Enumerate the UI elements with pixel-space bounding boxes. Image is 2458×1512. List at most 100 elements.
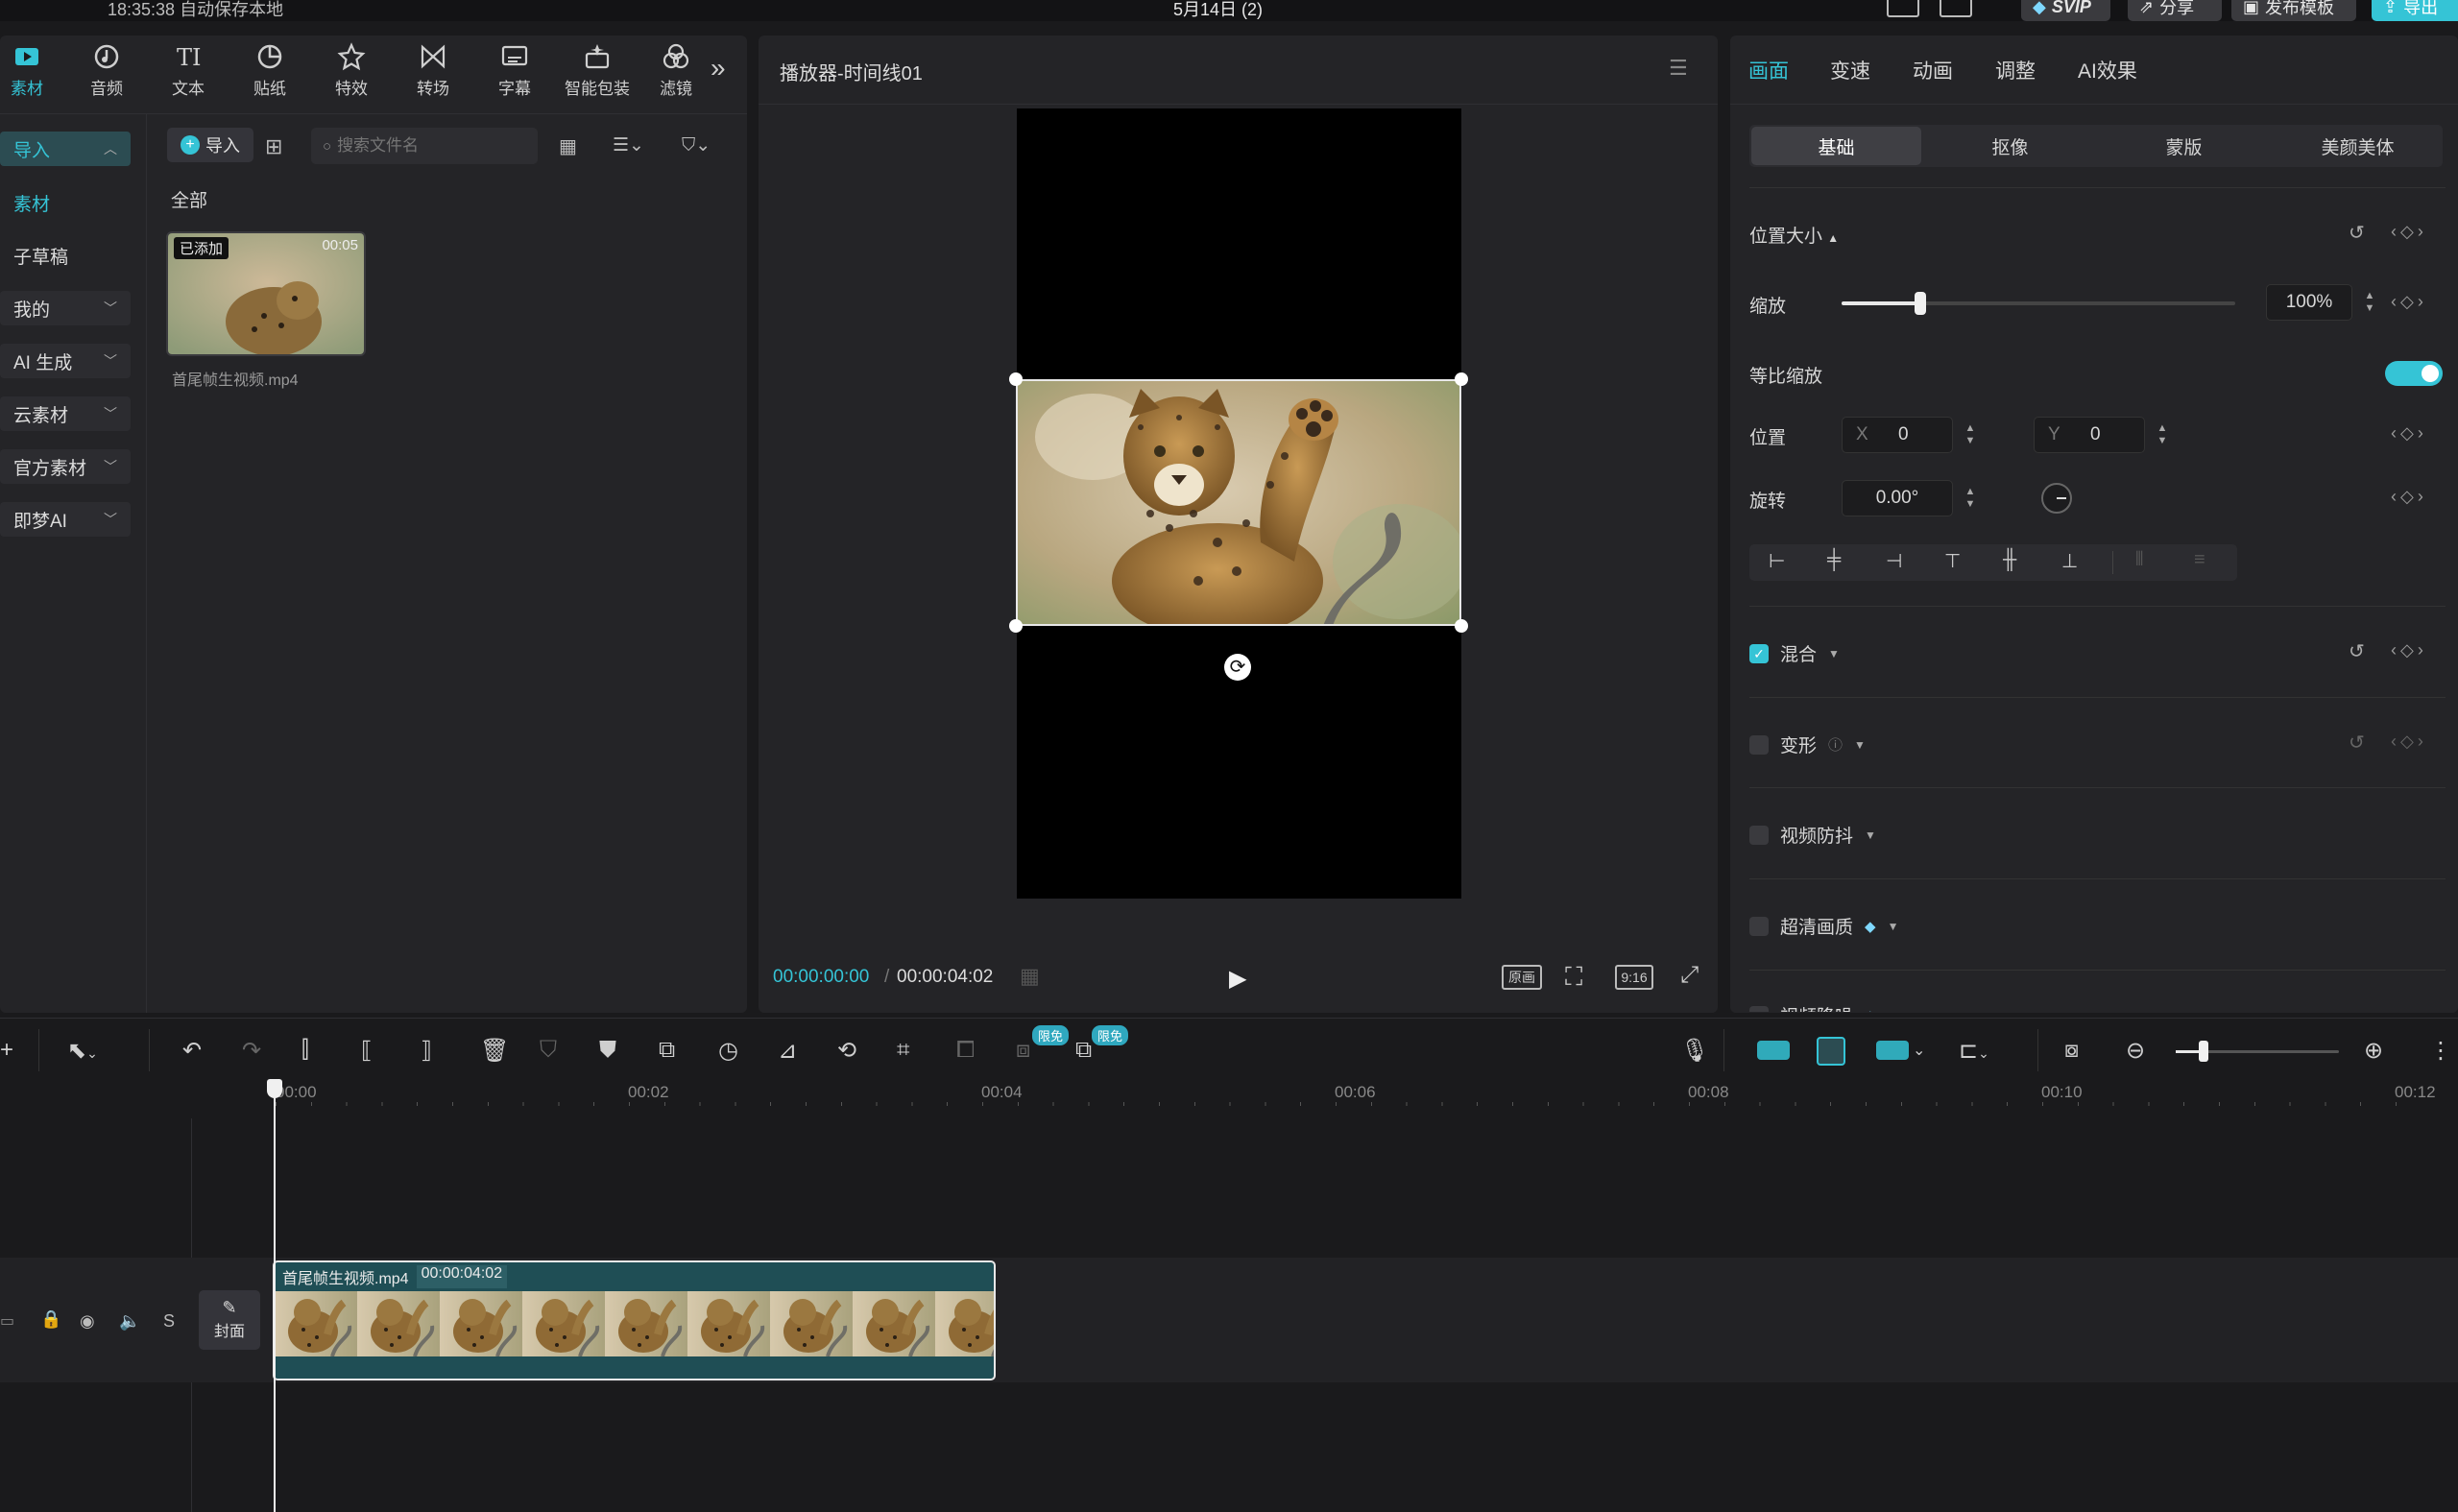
timecode-grid-icon[interactable]: ▦ [1020, 964, 1040, 989]
playhead-handle[interactable] [267, 1079, 282, 1098]
transform-checkbox[interactable] [1749, 734, 1769, 755]
keyframe-icon[interactable]: ‹◇› [2391, 732, 2427, 752]
search-input[interactable] [337, 136, 520, 156]
keyframe-icon[interactable]: ‹◇› [2391, 640, 2427, 660]
distribute-v-icon[interactable]: ≡ [2194, 549, 2205, 571]
transform-section[interactable]: 变形 ⓘ ▼ [1749, 732, 1866, 757]
selection-box[interactable] [1016, 379, 1461, 626]
align-right-icon[interactable]: ⊣ [1886, 549, 1902, 573]
scale-stepper[interactable]: ▲ ▼ [2360, 286, 2379, 319]
toolbar-audio[interactable]: 音频 [72, 42, 141, 99]
sidebar-item-import[interactable]: 导入 ︿ [0, 132, 131, 166]
lock-icon[interactable]: 🔒 [40, 1309, 61, 1330]
grid-view-icon[interactable]: ⊞ [265, 134, 282, 159]
resize-handle-tr[interactable] [1455, 372, 1468, 386]
rotate-stepper[interactable]: ▲ ▼ [1961, 482, 1980, 515]
publish-template-button[interactable]: ▣ 发布模板 [2231, 0, 2356, 21]
zoom-slider-knob[interactable] [2199, 1041, 2208, 1062]
marker-icon[interactable]: ⛊ [599, 1037, 616, 1064]
rotate-handle-icon[interactable]: ⟳ [1224, 654, 1251, 681]
align-vcenter-icon[interactable]: ╫ [2003, 549, 2016, 571]
keyframe-icon[interactable]: ‹◇› [2391, 292, 2427, 312]
toolbar-captions[interactable]: 字幕 [480, 42, 549, 99]
more-tools-icon[interactable]: » [711, 53, 726, 84]
reset-icon[interactable]: ↺ [2349, 221, 2365, 245]
subtab-mask[interactable]: 蒙版 [2099, 127, 2269, 165]
uniform-scale-toggle[interactable] [2385, 361, 2443, 386]
preview-axis-icon[interactable]: ⊏⌄ [1959, 1037, 1989, 1065]
sidebar-item-media[interactable]: 素材 [0, 185, 131, 220]
svip-button[interactable]: ◆ SVIP [2021, 0, 2110, 21]
player-menu-icon[interactable]: ☰ [1669, 56, 1688, 81]
search-box[interactable]: ○ [311, 128, 538, 164]
align-bottom-icon[interactable]: ⊥ [2061, 549, 2078, 573]
zoom-slider[interactable] [2176, 1041, 2339, 1062]
reset-icon[interactable]: ↺ [2349, 731, 2365, 755]
add-track-icon[interactable]: + [0, 1037, 13, 1064]
subtab-basic[interactable]: 基础 [1751, 127, 1921, 165]
share-button[interactable]: ⇗ 分享 [2128, 0, 2222, 21]
select-tool-icon[interactable]: ⬉⌄ [67, 1037, 98, 1065]
toolbar-media[interactable]: 素材 [0, 42, 61, 99]
freeze-frame-icon[interactable]: ⧉ [659, 1037, 675, 1064]
stabilize-section[interactable]: 视频防抖 ▼ [1749, 822, 1876, 848]
denoise-checkbox[interactable] [1749, 1005, 1769, 1012]
rotate-input[interactable]: 0.00° [1842, 480, 1953, 516]
crop-icon[interactable]: ⌗ [897, 1037, 910, 1064]
tab-ai-effects[interactable]: AI效果 [2078, 56, 2137, 84]
fit-timeline-icon[interactable]: ⧇ [2064, 1037, 2079, 1064]
sidebar-item-ai-generate[interactable]: AI 生成 ﹀ [0, 344, 131, 378]
media-thumbnail[interactable]: 已添加 00:05 [166, 231, 366, 356]
toolbar-smart-package[interactable]: 智能包装 [560, 42, 635, 99]
cover-button[interactable]: ✎ 封面 [199, 1290, 260, 1350]
position-y-stepper[interactable]: ▲ ▼ [2153, 419, 2172, 451]
position-x-input[interactable]: X0 [1842, 417, 1953, 453]
trim-right-icon[interactable]: ⟧ [421, 1037, 432, 1065]
original-quality-button[interactable]: 原画 [1502, 965, 1542, 990]
rotate-icon[interactable]: ⟲ [837, 1037, 856, 1065]
split-icon[interactable]: ⫿ [301, 1037, 309, 1064]
keyframe-icon[interactable]: ‹◇› [2391, 423, 2427, 444]
eye-icon[interactable]: ◉ [80, 1311, 95, 1332]
keyframe-icon[interactable]: ‹◇› [2391, 222, 2427, 242]
track-select-icon[interactable]: ▭ [0, 1311, 14, 1331]
toolbar-filter[interactable]: 滤镜 [641, 42, 711, 99]
blend-section[interactable]: ✓ 混合 ▼ [1749, 640, 1840, 666]
layout-switch-icon[interactable] [1940, 0, 1972, 17]
tab-canvas[interactable]: 画面 [1748, 56, 1789, 84]
playhead[interactable] [274, 1079, 276, 1512]
toolbar-sticker[interactable]: 贴纸 [235, 42, 304, 99]
subtab-cutout[interactable]: 抠像 [1925, 127, 2095, 165]
ai-cut-icon[interactable]: ⧉ [1075, 1037, 1092, 1064]
smart-edit-icon[interactable]: ⧈ [1016, 1037, 1030, 1064]
distribute-h-icon[interactable]: ⫴ [2135, 549, 2143, 571]
trim-left-icon[interactable]: ⟦ [361, 1037, 373, 1065]
sidebar-item-official[interactable]: 官方素材 ﹀ [0, 449, 131, 484]
ratio-button[interactable]: 9:16 [1615, 965, 1653, 990]
sidebar-item-mine[interactable]: 我的 ﹀ [0, 291, 131, 325]
solo-track-icon[interactable]: S [163, 1311, 175, 1332]
fullscreen-icon[interactable]: ⤢ [1680, 962, 1699, 989]
reset-icon[interactable]: ↺ [2349, 639, 2365, 663]
speed-icon[interactable]: ◷ [718, 1037, 738, 1065]
position-x-stepper[interactable]: ▲ ▼ [1961, 419, 1980, 451]
delete-icon[interactable]: 🗑 [480, 1037, 509, 1065]
super-resolution-section[interactable]: 超清画质 ◆ ▼ [1749, 913, 1898, 939]
microphone-icon[interactable]: 🎙 [1680, 1037, 1709, 1065]
keyframe-icon[interactable]: ‹◇› [2391, 487, 2427, 507]
scale-slider-knob[interactable] [1915, 292, 1926, 315]
align-left-icon[interactable]: ⊢ [1769, 549, 1785, 573]
scale-input[interactable]: 100% [2266, 284, 2352, 321]
shield-icon[interactable]: ⛉ [540, 1037, 557, 1064]
tab-speed[interactable]: 变速 [1830, 56, 1870, 84]
denoise-section[interactable]: 视频降噪◆ [1749, 995, 1876, 1012]
scale-slider[interactable] [1842, 292, 2235, 315]
filter-funnel-icon[interactable]: ⛉⌄ [682, 134, 711, 156]
play-icon[interactable]: ▶ [1229, 965, 1246, 993]
toolbar-transition[interactable]: 转场 [398, 42, 468, 99]
magnet-snap-icon[interactable] [1757, 1041, 1790, 1060]
undo-icon[interactable]: ↶ [182, 1037, 202, 1065]
more-options-icon[interactable]: ⋮ [2429, 1037, 2452, 1065]
position-size-header[interactable]: 位置大小 ▲ [1749, 222, 1839, 248]
resize-handle-br[interactable] [1455, 619, 1468, 633]
